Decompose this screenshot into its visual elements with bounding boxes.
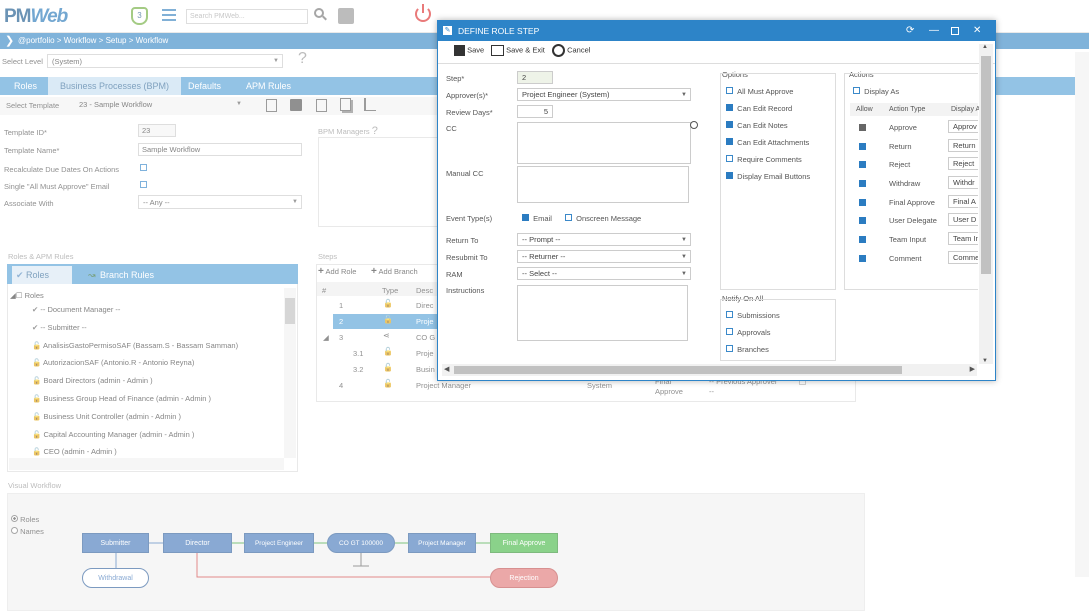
instructions-textarea[interactable] xyxy=(517,285,688,341)
save-exit-icon xyxy=(491,45,504,56)
window-icon: ✎ xyxy=(443,26,452,35)
arrow-left-icon[interactable]: ◀ xyxy=(444,365,449,373)
actions-rows: Approve Approv Return Return Reject Reject … xyxy=(850,118,978,268)
col-allow: Allow xyxy=(856,106,873,113)
close-icon[interactable]: ✕ xyxy=(973,21,981,41)
event-email-checkbox[interactable] xyxy=(522,214,529,221)
step-field[interactable]: 2 xyxy=(517,71,553,84)
notify-submissions[interactable]: Submissions xyxy=(726,311,780,328)
review-days-field[interactable]: 5 xyxy=(517,105,553,118)
chevron-down-icon: ▼ xyxy=(681,254,687,260)
arrow-up-icon[interactable]: ▲ xyxy=(982,44,988,50)
ram-label: RAM xyxy=(446,270,463,279)
approvers-value: Project Engineer (System) xyxy=(522,90,610,99)
col-action-type: Action Type xyxy=(889,106,926,113)
arrow-right-icon[interactable]: ▶ xyxy=(970,365,975,373)
maximize-icon[interactable] xyxy=(951,27,959,35)
save-button[interactable]: Save xyxy=(454,45,484,56)
modal-header: ✎ DEFINE ROLE STEP ⟳ — ✕ xyxy=(438,21,995,41)
event-types-label: Event Type(s) xyxy=(446,214,493,223)
cancel-button[interactable]: Cancel xyxy=(552,44,590,57)
event-onscreen-checkbox[interactable] xyxy=(565,214,572,221)
resubmit-to-value: -- Returner -- xyxy=(522,252,566,261)
notify-branches[interactable]: Branches xyxy=(726,345,780,362)
table-row[interactable]: Reject Reject xyxy=(850,155,978,174)
table-row[interactable]: Return Return xyxy=(850,137,978,156)
table-row[interactable]: User Delegate User D xyxy=(850,211,978,230)
search-icon[interactable] xyxy=(690,121,698,129)
return-to-dropdown[interactable]: -- Prompt -- ▼ xyxy=(517,233,691,246)
table-row[interactable]: Comment Comme xyxy=(850,249,978,268)
minimize-icon[interactable]: — xyxy=(929,21,939,41)
modal-toolbar: Save Save & Exit Cancel xyxy=(438,41,995,64)
option-can-edit-record[interactable]: Can Edit Record xyxy=(726,104,810,121)
notify-approvals[interactable]: Approvals xyxy=(726,328,780,345)
modal-v-scrollbar[interactable]: ▲ ▼ xyxy=(979,44,993,364)
display-as-option[interactable]: Display As xyxy=(853,87,899,96)
define-role-step-modal: ✎ DEFINE ROLE STEP ⟳ — ✕ Save Save & Exi… xyxy=(437,20,996,381)
option-all-must-approve[interactable]: All Must Approve xyxy=(726,87,810,104)
refresh-icon[interactable]: ⟳ xyxy=(906,21,914,41)
chevron-down-icon: ▼ xyxy=(681,271,687,277)
option-require-comments[interactable]: Require Comments xyxy=(726,155,810,172)
cc-label: CC xyxy=(446,124,457,133)
save-exit-button[interactable]: Save & Exit xyxy=(491,45,545,56)
cancel-icon xyxy=(552,44,565,57)
review-days-label: Review Days* xyxy=(446,108,493,117)
manual-cc-label: Manual CC xyxy=(446,169,484,178)
modal-h-scrollbar[interactable]: ◀ ▶ xyxy=(442,364,977,376)
ram-dropdown[interactable]: -- Select -- ▼ xyxy=(517,267,691,280)
return-to-label: Return To xyxy=(446,236,479,245)
event-email-option[interactable]: Email xyxy=(522,214,552,223)
cc-textarea[interactable] xyxy=(517,122,691,164)
option-display-email-buttons[interactable]: Display Email Buttons xyxy=(726,172,810,189)
ram-value: -- Select -- xyxy=(522,269,558,278)
resubmit-to-label: Resubmit To xyxy=(446,253,488,262)
step-label: Step* xyxy=(446,74,465,83)
option-can-edit-notes[interactable]: Can Edit Notes xyxy=(726,121,810,138)
table-row[interactable]: Approve Approv xyxy=(850,118,978,137)
col-display: Display A xyxy=(951,106,981,113)
approvers-label: Approver(s)* xyxy=(446,91,489,100)
table-row[interactable]: Final Approve Final A xyxy=(850,193,978,212)
table-row[interactable]: Withdraw Withdr xyxy=(850,174,978,193)
manual-cc-textarea[interactable] xyxy=(517,166,689,203)
option-can-edit-attachments[interactable]: Can Edit Attachments xyxy=(726,138,810,155)
table-row[interactable]: Team Input Team In xyxy=(850,230,978,249)
return-to-value: -- Prompt -- xyxy=(522,235,561,244)
modal-title: DEFINE ROLE STEP xyxy=(458,26,540,36)
chevron-down-icon: ▼ xyxy=(681,237,687,243)
arrow-down-icon[interactable]: ▼ xyxy=(982,358,988,364)
notify-list: Submissions Approvals Branches xyxy=(726,311,780,362)
options-list: All Must Approve Can Edit Record Can Edi… xyxy=(726,87,810,189)
save-icon xyxy=(454,45,465,56)
chevron-down-icon: ▼ xyxy=(681,92,687,98)
instructions-label: Instructions xyxy=(446,286,485,295)
approvers-dropdown[interactable]: Project Engineer (System) ▼ xyxy=(517,88,691,101)
resubmit-to-dropdown[interactable]: -- Returner -- ▼ xyxy=(517,250,691,263)
event-onscreen-option[interactable]: Onscreen Message xyxy=(565,214,641,223)
